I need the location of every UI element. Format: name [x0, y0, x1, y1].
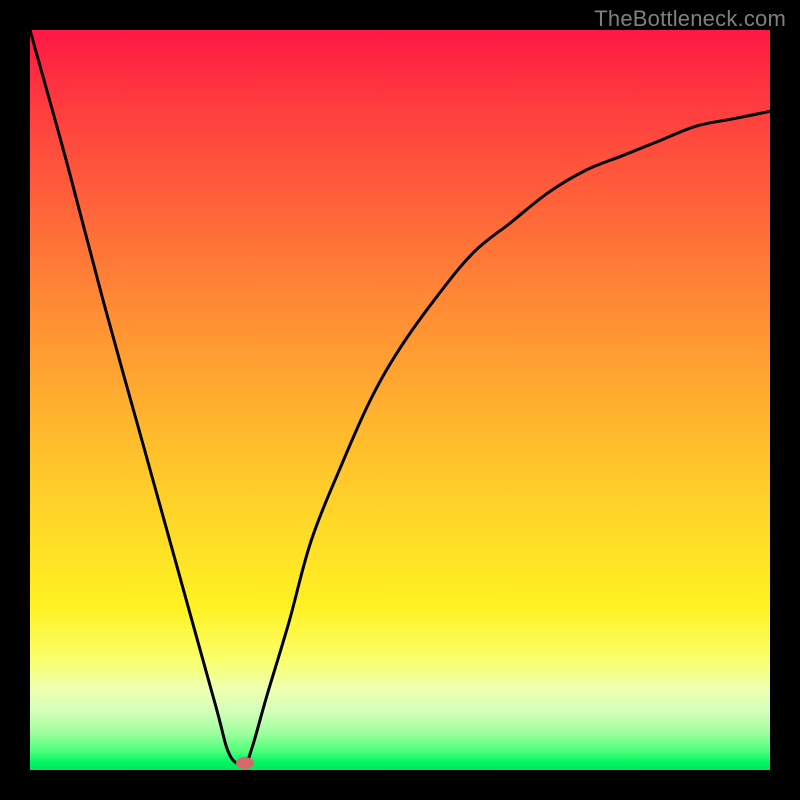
- min-marker: [236, 757, 254, 769]
- plot-area: [30, 30, 770, 770]
- curve-layer: [30, 30, 770, 770]
- bottleneck-curve: [30, 30, 770, 764]
- watermark-text: TheBottleneck.com: [594, 6, 786, 32]
- chart-frame: TheBottleneck.com: [0, 0, 800, 800]
